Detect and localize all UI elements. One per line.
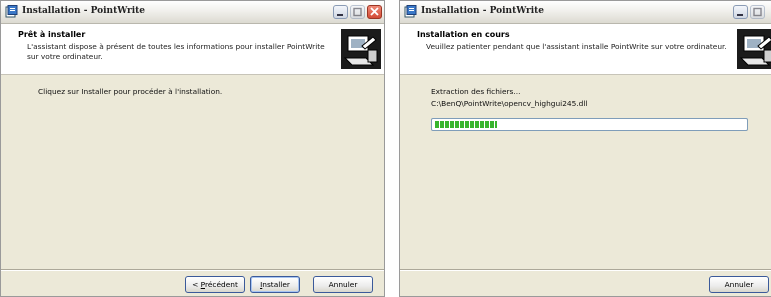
install-button-label: nstaller [262,280,290,289]
window-title: Installation - PointWrite [421,6,544,16]
close-icon[interactable] [367,5,382,19]
installer-app-icon [5,5,18,18]
back-button[interactable]: < Précédent [185,276,245,293]
maximize-icon[interactable] [350,5,365,19]
footer-divider [1,269,384,271]
installer-window-progress: Installation - PointWrite Installation e… [399,0,771,297]
title-bar[interactable]: Installation - PointWrite [1,1,384,24]
current-file-path: C:\BenQ\PointWrite\opencv_highgui245.dll [431,99,588,108]
title-bar[interactable]: Installation - PointWrite [400,1,771,24]
window-title: Installation - PointWrite [22,6,145,16]
installer-app-icon [404,5,417,18]
wizard-header: Installation en cours Veuillez patienter… [400,24,771,75]
computer-install-icon [341,29,381,69]
cancel-button[interactable]: Annuler [313,276,373,293]
status-text: Extraction des fichiers... [431,87,521,96]
minimize-icon[interactable] [333,5,348,19]
minimize-icon[interactable] [733,5,748,19]
back-button-label: récédent [205,280,238,289]
instruction-text: Cliquez sur Installer pour procéder à l'… [38,87,223,96]
wizard-header: Prêt à installer L'assistant dispose à p… [1,24,384,75]
page-title: Prêt à installer [18,30,86,39]
page-subtitle: L'assistant dispose à présent de toutes … [27,42,325,62]
page-subtitle-line-2: sur votre ordinateur. [27,52,103,61]
installer-window-ready: Installation - PointWrite Prêt à install… [0,0,385,297]
cancel-button[interactable]: Annuler [709,276,769,293]
install-button[interactable]: Installer [250,276,300,293]
back-button-prefix: < [192,280,201,289]
page-subtitle-line-1: L'assistant dispose à présent de toutes … [27,42,325,51]
footer-divider [400,269,771,271]
progress-fill [435,121,497,128]
page-subtitle: Veuillez patienter pendant que l'assista… [426,42,727,51]
maximize-icon[interactable] [750,5,765,19]
install-progress-bar [431,118,748,131]
page-title: Installation en cours [417,30,510,39]
computer-install-icon [737,29,771,69]
